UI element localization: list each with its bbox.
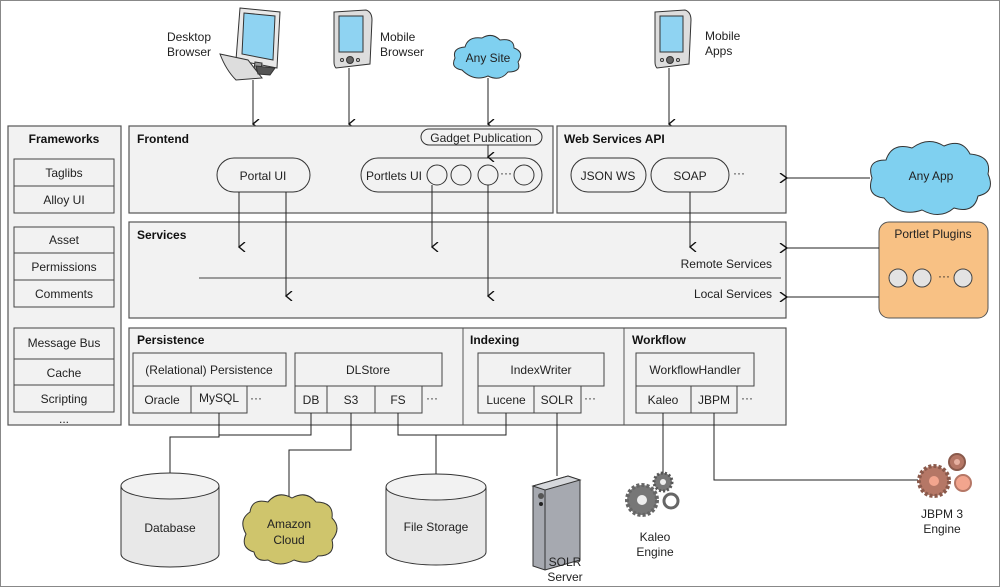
portlet-plugins-more: ··· <box>938 269 950 283</box>
kaleo-engine-label: Engine <box>636 545 674 559</box>
frameworks-more: ... <box>59 412 69 426</box>
portlet-circle <box>513 164 535 186</box>
workflow-title: Workflow <box>632 333 686 347</box>
kaleo: Kaleo <box>648 393 679 407</box>
portlet-circle <box>450 164 472 186</box>
any-site-label: Any Site <box>466 51 511 65</box>
file-storage-label: File Storage <box>404 520 469 534</box>
portal-ui: Portal UI <box>240 169 287 183</box>
gadget-publication: Gadget Publication <box>430 131 531 145</box>
frameworks-title: Frameworks <box>29 132 100 146</box>
frontend-title: Frontend <box>137 132 189 146</box>
indexing-more: ··· <box>584 391 596 405</box>
framework-permissions: Permissions <box>31 260 96 274</box>
web-services-title: Web Services API <box>564 132 665 146</box>
desktop-browser-label: Browser <box>167 45 211 59</box>
framework-message-bus: Message Bus <box>28 336 101 350</box>
kaleo-engine-label: Kaleo <box>640 530 671 544</box>
portlet-plugins-title: Portlet Plugins <box>894 227 971 241</box>
portlet-plugins-box: Portlet Plugins ··· <box>878 221 989 319</box>
oracle: Oracle <box>144 393 180 407</box>
jbpm-engine-label: JBPM 3 <box>921 507 963 521</box>
framework-taglibs: Taglibs <box>45 166 82 180</box>
local-services: Local Services <box>694 287 772 301</box>
web-services-more: ··· <box>733 166 745 180</box>
workflow-more: ··· <box>741 391 753 405</box>
database-cylinder-icon <box>120 472 220 568</box>
framework-cache: Cache <box>47 366 82 380</box>
persistence-panel: Persistence (Relational) Persistence Ora… <box>128 327 787 426</box>
mobile-apps-label: Apps <box>705 44 732 58</box>
web-services-panel: Web Services API JSON WS SOAP ··· <box>556 125 787 214</box>
workflow-handler: WorkflowHandler <box>649 363 740 377</box>
mobile-phone-icon <box>333 9 373 69</box>
mobile-browser-label: Mobile <box>380 30 416 44</box>
jbpm: JBPM <box>698 393 730 407</box>
persistence-title: Persistence <box>137 333 205 347</box>
lucene: Lucene <box>486 393 526 407</box>
services-title: Services <box>137 228 187 242</box>
portlets-ui: Portlets UI <box>366 169 422 183</box>
mobile-apps-label: Mobile <box>705 29 741 43</box>
remote-services: Remote Services <box>681 257 772 271</box>
framework-alloy-ui: Alloy UI <box>43 193 84 207</box>
indexing-title: Indexing <box>470 333 519 347</box>
mobile-phone-icon <box>654 9 692 69</box>
solr-server-label: SOLR <box>549 555 582 569</box>
dlstore-fs: FS <box>390 393 405 407</box>
frameworks-panel: Frameworks Taglibs Alloy UI Asset Permis… <box>7 125 122 426</box>
jbpm-engine-label: Engine <box>923 522 961 536</box>
amazon-cloud-label: Amazon <box>267 517 311 531</box>
amazon-cloud-label: Cloud <box>273 533 304 547</box>
persistence-more: ··· <box>250 391 262 405</box>
frontend-panel: Frontend Gadget Publication Portal UI Po… <box>128 125 554 214</box>
database-label: Database <box>144 521 196 535</box>
framework-asset: Asset <box>49 233 80 247</box>
portlet-circle <box>477 164 499 186</box>
portlets-more: ··· <box>500 166 512 180</box>
desktop-browser-label: Desktop <box>167 30 211 44</box>
portlet-circle <box>426 164 448 186</box>
framework-scripting: Scripting <box>41 392 88 406</box>
framework-comments: Comments <box>35 287 93 301</box>
dlstore: DLStore <box>346 363 390 377</box>
mysql: MySQL <box>199 391 239 405</box>
solr: SOLR <box>541 393 574 407</box>
architecture-diagram: Desktop Browser Mobile Browser Any Site … <box>0 0 1000 587</box>
services-panel: Services Remote Services Local Services <box>128 221 787 319</box>
dlstore-s3: S3 <box>344 393 359 407</box>
relational-persistence: (Relational) Persistence <box>145 363 273 377</box>
json-ws: JSON WS <box>581 169 636 183</box>
mobile-browser-label: Browser <box>380 45 424 59</box>
dlstore-db: DB <box>303 393 320 407</box>
index-writer: IndexWriter <box>510 363 571 377</box>
solr-server-label: Server <box>547 570 582 584</box>
any-app-label: Any App <box>909 169 954 183</box>
dlstore-more: ··· <box>426 391 438 405</box>
soap: SOAP <box>673 169 706 183</box>
